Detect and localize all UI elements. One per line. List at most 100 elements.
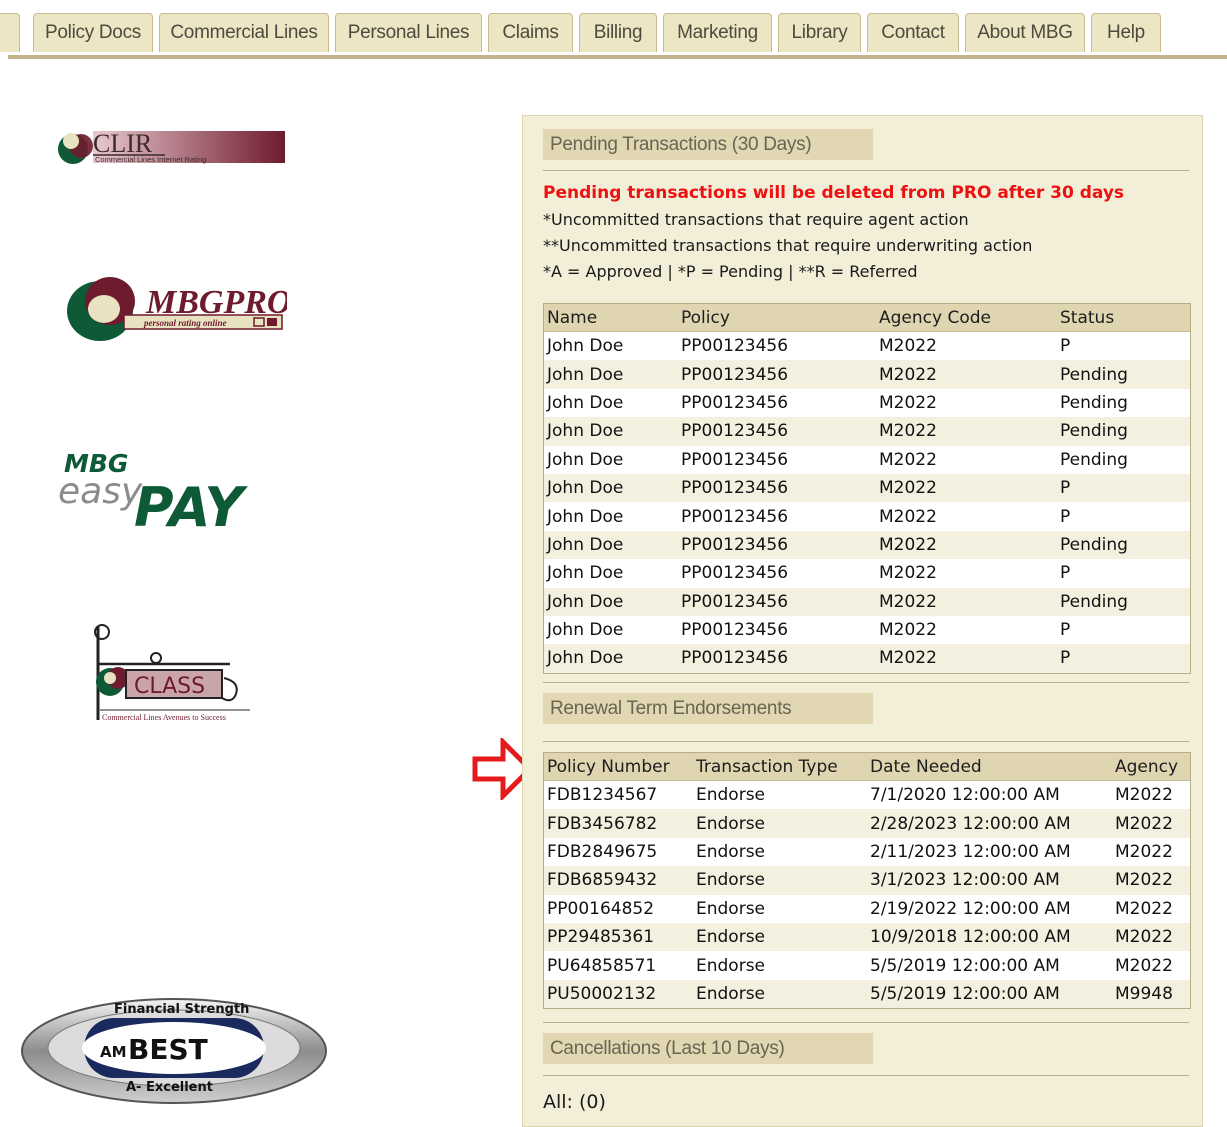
cell-transaction-type: Endorse <box>696 955 766 976</box>
cell-date-needed: 2/11/2023 12:00:00 AM <box>870 841 1071 862</box>
table-row[interactable]: John Doe PP00123456 M2022 P <box>544 616 1190 644</box>
cell-transaction-type: Endorse <box>696 898 766 919</box>
tab-billing[interactable]: Billing <box>579 13 657 52</box>
mbgpro-logo[interactable]: MBGPRO personal rating online <box>62 265 291 345</box>
table-row[interactable]: FDB6859432 Endorse 3/1/2023 12:00:00 AM M20… <box>544 866 1190 895</box>
table-row[interactable]: John Doe PP00123456 M2022 P <box>544 502 1190 530</box>
top-nav: Policy Docs Commercial Lines Personal Li… <box>0 0 1227 60</box>
section-divider <box>543 741 1189 742</box>
pending-transactions-header: Pending Transactions (30 Days) <box>543 129 873 160</box>
cell-agency: M2022 <box>1115 927 1173 948</box>
cell-agency-code: M2022 <box>879 478 937 499</box>
cell-transaction-type: Endorse <box>696 813 766 834</box>
cell-name: John Doe <box>547 620 624 641</box>
column-header-status[interactable]: Status <box>1060 304 1114 331</box>
column-header-agency-code[interactable]: Agency Code <box>879 304 991 331</box>
cancellations-count: All: (0) <box>543 1091 606 1113</box>
mbgpro-logo-name: MBGPRO <box>145 284 287 321</box>
cell-agency: M2022 <box>1115 813 1173 834</box>
ambest-top-text: Financial Strength <box>114 1002 249 1017</box>
pending-legend: *A = Approved | *P = Pending | **R = Ref… <box>543 262 918 281</box>
cell-status: Pending <box>1060 364 1128 385</box>
column-header-agency[interactable]: Agency <box>1115 753 1178 780</box>
table-row[interactable]: FDB2849675 Endorse 2/11/2023 12:00:00 AM M2… <box>544 838 1190 866</box>
tab-contact[interactable]: Contact <box>867 13 959 52</box>
cell-policy-number: FDB6859432 <box>547 870 658 891</box>
cell-policy-number: PP29485361 <box>547 927 655 948</box>
cell-policy: PP00123456 <box>681 648 789 669</box>
cell-agency: M2022 <box>1115 841 1173 862</box>
mbg-easypay-logo[interactable]: MBG easy PAY <box>58 448 283 539</box>
table-row[interactable]: PP00164852 Endorse 2/19/2022 12:00:00 AM M2… <box>544 895 1190 923</box>
table-row[interactable]: John Doe PP00123456 M2022 P <box>544 473 1190 503</box>
table-row[interactable]: John Doe PP00123456 M2022 Pending <box>544 360 1190 389</box>
cell-policy: PP00123456 <box>681 421 789 442</box>
class-logo[interactable]: CLASS Commercial Lines Avenues to Succes… <box>90 620 260 725</box>
cell-agency-code: M2022 <box>879 364 937 385</box>
cell-transaction-type: Endorse <box>696 870 766 891</box>
cell-date-needed: 5/5/2019 12:00:00 AM <box>870 983 1060 1004</box>
table-row[interactable]: PU64858571 Endorse 5/5/2019 12:00:00 AM M20… <box>544 951 1190 979</box>
tab-personal-lines[interactable]: Personal Lines <box>335 13 482 52</box>
mbgpro-logo-tagline: personal rating online <box>143 318 227 328</box>
cell-status: P <box>1060 478 1071 499</box>
cell-status: P <box>1060 563 1071 584</box>
column-header-policy-number[interactable]: Policy Number <box>547 753 670 780</box>
table-row[interactable]: FDB1234567 Endorse 7/1/2020 12:00:00 AM M20… <box>544 781 1190 809</box>
tab-library[interactable]: Library <box>778 13 861 52</box>
cell-agency: M2022 <box>1115 955 1173 976</box>
table-row[interactable]: FDB3456782 Endorse 2/28/2023 12:00:00 AM M2… <box>544 809 1190 838</box>
cell-agency-code: M2022 <box>879 336 937 357</box>
column-header-name[interactable]: Name <box>547 304 597 331</box>
cell-policy: PP00123456 <box>681 506 789 527</box>
column-header-policy[interactable]: Policy <box>681 304 730 331</box>
cell-transaction-type: Endorse <box>696 785 766 806</box>
cell-status: P <box>1060 648 1071 669</box>
tab-offscreen-left[interactable] <box>0 13 20 52</box>
cell-status: Pending <box>1060 421 1128 442</box>
table-row[interactable]: John Doe PP00123456 M2022 P <box>544 332 1190 360</box>
clir-logo[interactable]: CLIR Commercial Lines Internet Rating <box>55 125 290 170</box>
cell-name: John Doe <box>547 421 624 442</box>
cell-date-needed: 5/5/2019 12:00:00 AM <box>870 955 1060 976</box>
cell-transaction-type: Endorse <box>696 841 766 862</box>
table-row[interactable]: PU50002132 Endorse 5/5/2019 12:00:00 AM M99… <box>544 979 1190 1009</box>
column-header-transaction-type[interactable]: Transaction Type <box>696 753 838 780</box>
tab-commercial-lines[interactable]: Commercial Lines <box>159 13 329 52</box>
cell-agency-code: M2022 <box>879 563 937 584</box>
table-row[interactable]: John Doe PP00123456 M2022 Pending <box>544 530 1190 560</box>
column-header-date-needed[interactable]: Date Needed <box>870 753 982 780</box>
cell-date-needed: 2/28/2023 12:00:00 AM <box>870 813 1071 834</box>
cell-status: Pending <box>1060 392 1128 413</box>
cell-transaction-type: Endorse <box>696 983 766 1004</box>
renewal-endorsements-table: Policy Number Transaction Type Date Need… <box>543 752 1191 1010</box>
cell-name: John Doe <box>547 336 624 357</box>
tab-help[interactable]: Help <box>1091 13 1161 52</box>
cell-name: John Doe <box>547 392 624 413</box>
cell-agency-code: M2022 <box>879 591 937 612</box>
cell-date-needed: 10/9/2018 12:00:00 AM <box>870 927 1071 948</box>
cell-policy-number: PP00164852 <box>547 898 655 919</box>
tab-marketing[interactable]: Marketing <box>663 13 772 52</box>
cell-name: John Doe <box>547 449 624 470</box>
section-divider <box>543 170 1189 171</box>
cell-status: Pending <box>1060 534 1128 555</box>
cell-agency-code: M2022 <box>879 449 937 470</box>
am-best-seal: Financial Strength BEST AM A- Excellent <box>18 995 330 1107</box>
tab-about-mbg[interactable]: About MBG <box>965 13 1085 52</box>
cell-date-needed: 3/1/2023 12:00:00 AM <box>870 870 1060 891</box>
cell-agency-code: M2022 <box>879 392 937 413</box>
table-row[interactable]: John Doe PP00123456 M2022 Pending <box>544 389 1190 417</box>
table-row[interactable]: John Doe PP00123456 M2022 P <box>544 644 1190 673</box>
table-row[interactable]: John Doe PP00123456 M2022 Pending <box>544 417 1190 446</box>
section-divider <box>543 1022 1189 1023</box>
tab-claims[interactable]: Claims <box>488 13 573 52</box>
cell-policy: PP00123456 <box>681 620 789 641</box>
table-row[interactable]: John Doe PP00123456 M2022 Pending <box>544 587 1190 616</box>
cell-agency: M9948 <box>1115 983 1173 1004</box>
table-row[interactable]: PP29485361 Endorse 10/9/2018 12:00:00 AM M2… <box>544 922 1190 952</box>
cell-agency-code: M2022 <box>879 506 937 527</box>
tab-policy-docs[interactable]: Policy Docs <box>33 13 153 52</box>
table-row[interactable]: John Doe PP00123456 M2022 P <box>544 559 1190 587</box>
table-row[interactable]: John Doe PP00123456 M2022 Pending <box>544 446 1190 474</box>
